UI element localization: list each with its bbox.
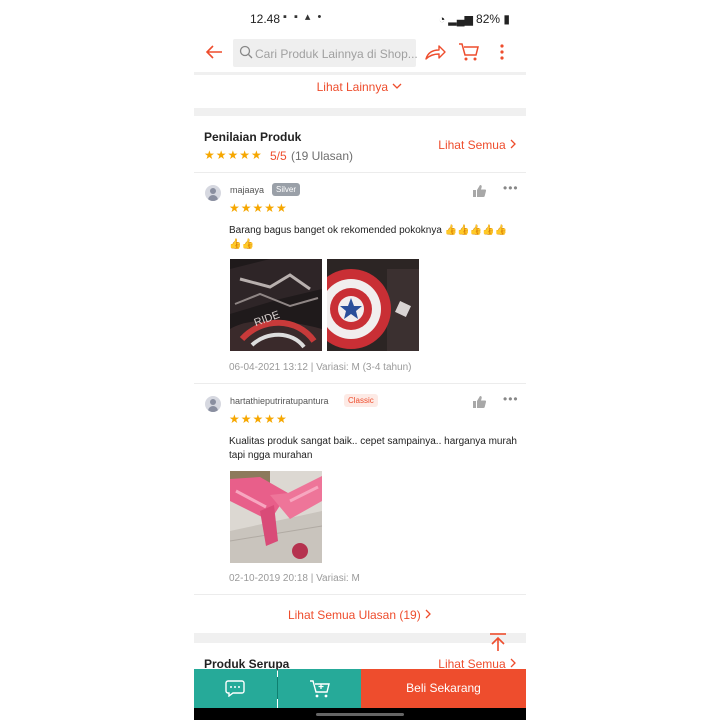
more-horizontal-icon[interactable]: ••• xyxy=(503,181,519,195)
review-item: hartathieputriratupantura Classic ••• ★★… xyxy=(194,384,526,595)
app-bar: Cari Produk Lainnya di Shop... xyxy=(194,36,526,72)
review-text: Barang bagus banget ok rekomended pokokn… xyxy=(229,225,507,250)
avatar[interactable] xyxy=(205,185,221,201)
see-all-label: Lihat Semua xyxy=(438,138,506,152)
status-time: 12.48 xyxy=(250,12,281,26)
status-right: ◔ ▂▄▆ 82% ▮ xyxy=(439,12,510,26)
review-stars: ★★★★★ xyxy=(229,412,288,426)
review-username: majaaya xyxy=(230,185,265,195)
review-meta: 02-10-2019 20:18 | Variasi: M xyxy=(229,573,360,584)
rating-count: (19 Ulasan) xyxy=(291,149,354,163)
battery-icon: ▮ xyxy=(503,12,510,26)
more-horizontal-icon[interactable]: ••• xyxy=(503,392,519,406)
review-photo[interactable]: RIDE xyxy=(230,259,322,351)
add-to-cart-icon xyxy=(309,679,331,704)
wifi-signal-icon: ◔ ▂▄▆ xyxy=(438,14,474,26)
system-nav-bar xyxy=(194,708,526,720)
review-photo[interactable] xyxy=(327,259,419,351)
chat-icon xyxy=(225,679,245,702)
review-item: majaaya Silver ••• ★★★★★ Barang bagus ba… xyxy=(194,173,526,384)
review-text: Kualitas produk sangat baik.. cepet samp… xyxy=(229,436,517,461)
see-all-reviews-label: Lihat Semua Ulasan (19) xyxy=(287,608,421,622)
search-icon xyxy=(239,45,253,64)
chevron-right-icon xyxy=(509,138,517,152)
rating-summary: Penilaian Produk ★★★★★ 5/5 (19 Ulasan) L… xyxy=(194,118,526,173)
more-vertical-icon[interactable] xyxy=(499,42,505,67)
chevron-right-icon xyxy=(424,608,432,622)
see-more-label: Lihat Lainnya xyxy=(316,80,389,94)
review-photo[interactable] xyxy=(230,471,322,563)
section-divider xyxy=(194,633,526,643)
see-all-ratings-link[interactable]: Lihat Semua xyxy=(438,138,517,152)
thumbs-up-icon[interactable] xyxy=(473,184,487,202)
review-username: hartathieputriratupantura xyxy=(230,396,329,406)
member-badge: Classic xyxy=(344,394,378,407)
rating-title: Penilaian Produk xyxy=(204,130,302,144)
review-stars: ★★★★★ xyxy=(229,201,288,215)
status-bar: 12.48 ▪ ▪ ▴ • ◔ ▂▄▆ 82% ▮ xyxy=(194,0,526,36)
chat-button[interactable] xyxy=(194,669,277,708)
cart-icon[interactable] xyxy=(458,42,480,67)
scroll-to-top-icon[interactable] xyxy=(485,631,511,653)
see-all-reviews-link[interactable]: Lihat Semua Ulasan (19) xyxy=(194,608,526,622)
back-arrow-icon[interactable] xyxy=(204,42,224,67)
add-to-cart-button[interactable] xyxy=(278,669,361,708)
share-icon[interactable] xyxy=(424,42,446,67)
notification-icons: ▪ ▪ ▴ • xyxy=(283,11,324,23)
member-badge: Silver xyxy=(272,183,301,196)
rating-stars: ★★★★★ xyxy=(204,148,263,162)
buy-now-button[interactable]: Beli Sekarang xyxy=(361,669,526,708)
divider xyxy=(194,72,526,75)
search-input[interactable]: Cari Produk Lainnya di Shop... xyxy=(233,39,418,67)
home-gesture-handle[interactable] xyxy=(316,713,404,716)
battery-level: 82% xyxy=(476,12,501,26)
app-screen: 12.48 ▪ ▪ ▴ • ◔ ▂▄▆ 82% ▮ Cari Produk Lai… xyxy=(194,0,526,720)
thumbs-up-icon[interactable] xyxy=(473,395,487,413)
chevron-down-icon xyxy=(391,80,403,94)
avatar[interactable] xyxy=(205,396,221,412)
review-meta: 06-04-2021 13:12 | Variasi: M (3-4 tahun… xyxy=(229,362,412,373)
rating-score: 5/5 xyxy=(270,149,287,163)
search-placeholder: Cari Produk Lainnya di Shop... xyxy=(255,47,418,61)
bottom-action-bar: Beli Sekarang xyxy=(194,669,526,708)
see-more-link[interactable]: Lihat Lainnya xyxy=(194,80,526,94)
section-divider xyxy=(194,108,526,116)
